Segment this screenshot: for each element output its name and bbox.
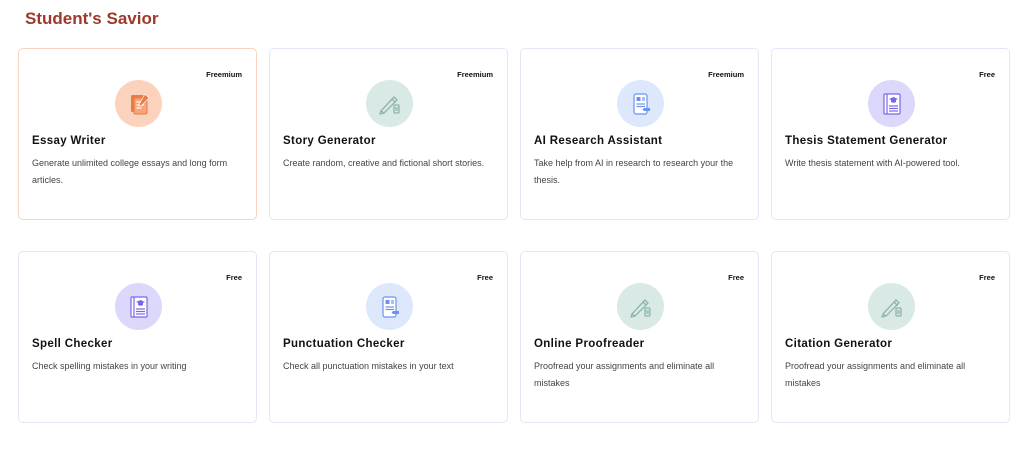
book-icon <box>115 283 162 330</box>
pricing-badge: Freemium <box>206 70 242 79</box>
page-title: Student's Savior <box>25 9 159 28</box>
card-title: Story Generator <box>283 135 376 147</box>
card-title: Citation Generator <box>785 338 893 350</box>
tool-card-ai-research-assistant[interactable]: Freemium AI Research Assistant Take help… <box>520 48 759 220</box>
pricing-badge: Freemium <box>457 70 493 79</box>
tool-card-punctuation-checker[interactable]: Free Punctuation Checker Check all punct… <box>269 251 508 423</box>
pencil-icon <box>868 283 915 330</box>
card-description: Proofread your assignments and eliminate… <box>785 361 966 388</box>
tool-card-citation-generator[interactable]: Free Citation Generator Proofread your a… <box>771 251 1010 423</box>
tool-card-thesis-statement-generator[interactable]: Free Thesis Statement Generator Write th… <box>771 48 1010 220</box>
card-description: Generate unlimited college essays and lo… <box>32 158 228 185</box>
essay-icon <box>115 80 162 127</box>
card-title: Punctuation Checker <box>283 338 405 350</box>
tool-card-story-generator[interactable]: Freemium Story Generator Create random, … <box>269 48 508 220</box>
pencil-icon <box>366 80 413 127</box>
card-description: Take help from AI in research to researc… <box>534 158 734 185</box>
card-description: Write thesis statement with AI-powered t… <box>785 158 960 168</box>
card-title: AI Research Assistant <box>534 135 663 147</box>
pricing-badge: Free <box>728 273 744 282</box>
card-description: Proofread your assignments and eliminate… <box>534 361 715 388</box>
card-title: Online Proofreader <box>534 338 645 350</box>
tool-card-online-proofreader[interactable]: Free Online Proofreader Proofread your a… <box>520 251 759 423</box>
pricing-badge: Free <box>979 273 995 282</box>
card-description: Create random, creative and fictional sh… <box>283 158 485 168</box>
card-title: Essay Writer <box>32 135 106 147</box>
card-title: Thesis Statement Generator <box>785 135 948 147</box>
pricing-badge: Freemium <box>708 70 744 79</box>
research-icon <box>617 80 664 127</box>
book-icon <box>868 80 915 127</box>
card-description: Check all punctuation mistakes in your t… <box>283 361 454 371</box>
pencil-icon <box>617 283 664 330</box>
research-icon <box>366 283 413 330</box>
tool-card-essay-writer[interactable]: Freemium Essay Writer Generate unlimited… <box>18 48 257 220</box>
pricing-badge: Free <box>477 273 493 282</box>
tools-grid: Freemium Essay Writer Generate unlimited… <box>18 48 1011 423</box>
card-description: Check spelling mistakes in your writing <box>32 361 187 371</box>
pricing-badge: Free <box>979 70 995 79</box>
card-title: Spell Checker <box>32 338 113 350</box>
pricing-badge: Free <box>226 273 242 282</box>
tool-card-spell-checker[interactable]: Free Spell Checker Check spelling mistak… <box>18 251 257 423</box>
